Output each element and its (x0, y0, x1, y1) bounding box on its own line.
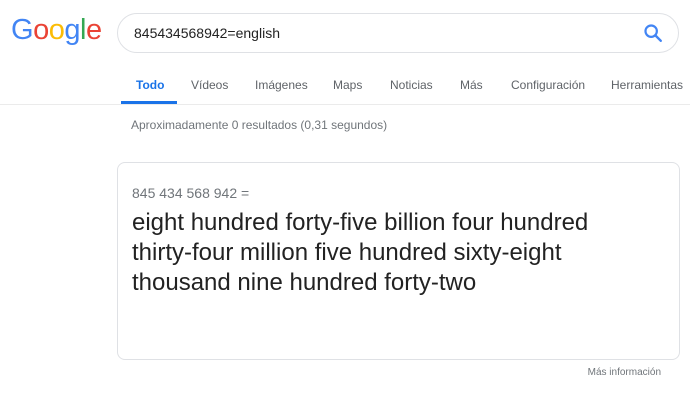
search-tabs: Todo Vídeos Imágenes Maps Noticias Más C… (0, 62, 690, 105)
result-stats: Aproximadamente 0 resultados (0,31 segun… (131, 118, 388, 132)
more-info-link[interactable]: Más información (588, 367, 661, 378)
answer-output-words: eight hundred forty-five billion four hu… (132, 209, 589, 296)
logo-letter: e (85, 14, 102, 46)
search-input[interactable] (134, 14, 614, 52)
logo-letter: o (48, 14, 65, 46)
search-button[interactable] (642, 22, 664, 44)
search-results-page: Google Todo Vídeos Imágenes Maps Noticia… (0, 0, 690, 400)
active-tab-indicator (121, 101, 177, 104)
logo-letter: o (33, 14, 49, 46)
tab-maps[interactable]: Maps (333, 78, 362, 92)
logo-letter: g (64, 14, 80, 46)
tab-mas[interactable]: Más (460, 78, 483, 92)
tab-imagenes[interactable]: Imágenes (255, 78, 308, 92)
tab-configuracion[interactable]: Configuración (511, 78, 585, 92)
tab-herramientas[interactable]: Herramientas (611, 78, 683, 92)
number-to-words-card: 845 434 568 942 = eight hundred forty-fi… (117, 162, 680, 360)
tab-todo[interactable]: Todo (136, 78, 164, 92)
tab-videos[interactable]: Vídeos (191, 78, 228, 92)
search-icon (644, 24, 662, 42)
search-box[interactable] (117, 13, 679, 53)
logo-letter: G (11, 14, 34, 46)
tab-noticias[interactable]: Noticias (390, 78, 433, 92)
google-logo[interactable]: Google (11, 16, 102, 45)
answer-input-number: 845 434 568 942 = (132, 185, 250, 201)
